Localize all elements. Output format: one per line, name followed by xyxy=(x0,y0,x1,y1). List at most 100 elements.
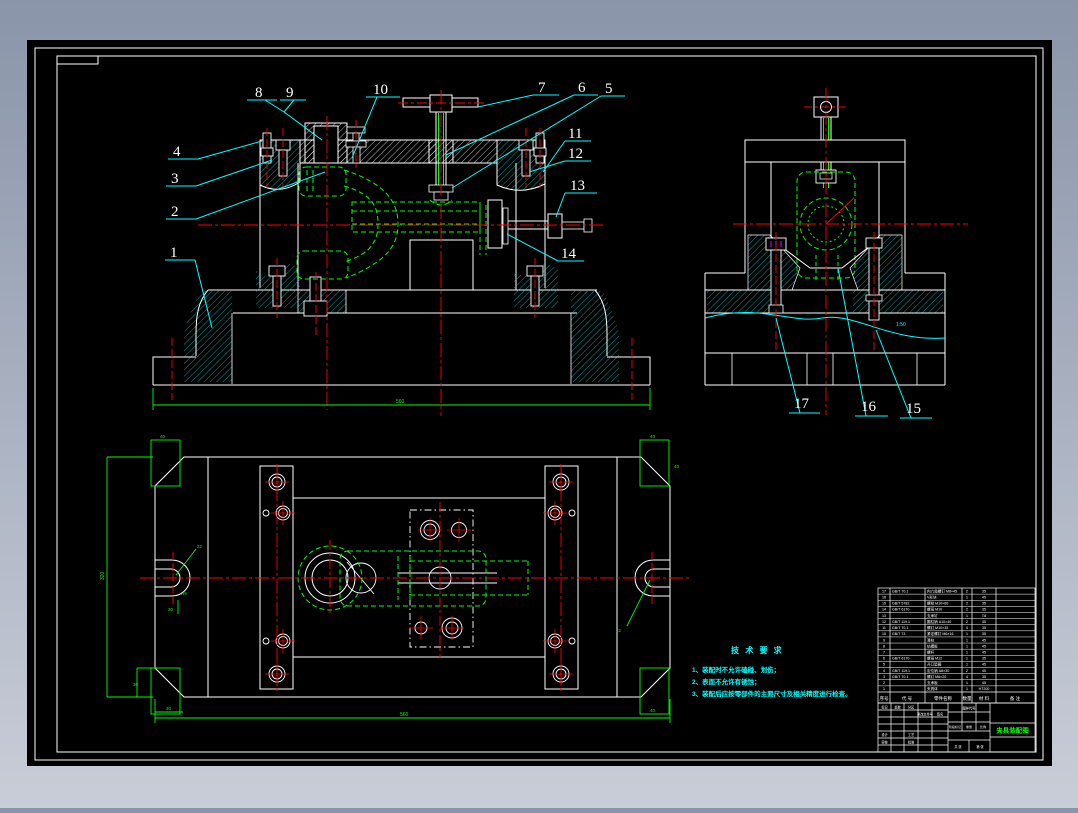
bom-header-code: 代 号 xyxy=(902,695,913,702)
field-page: 第 张 xyxy=(976,744,984,749)
callout-2: 2 xyxy=(171,204,179,220)
bom-row-cell: 8 xyxy=(883,644,885,648)
field-doc-no: 更改文件号 xyxy=(917,712,933,717)
field-code-cell: 图样代号 xyxy=(963,706,976,711)
callout-9: 9 xyxy=(286,85,294,101)
field-sheet: 共 张 xyxy=(954,744,962,749)
bom-row-cell: 35 xyxy=(982,626,986,630)
callout-13: 13 xyxy=(570,178,585,194)
bom-row-cell: 2 xyxy=(883,681,885,685)
bom-row-cell: 螺钉 M10×35 xyxy=(927,625,948,630)
tech-req-title: 技 术 要 求 xyxy=(731,645,784,655)
bom-row-cell: 5 xyxy=(883,663,885,667)
bom-row-cell: 内六角螺钉 M8×45 xyxy=(927,588,957,593)
field-approve: 批准 xyxy=(908,740,915,745)
bom-row-cell: T8 xyxy=(982,614,986,618)
field-design: 设计 xyxy=(881,732,888,737)
bom-row-cell: GB/T 6170 xyxy=(892,608,909,612)
bom-row-cell: 11 xyxy=(882,626,886,630)
bom-header-seq: 序号 xyxy=(880,695,889,702)
bom-row-cell: 1 xyxy=(966,663,968,667)
field-process: 工艺 xyxy=(908,732,914,737)
bom-row-cell: 1 xyxy=(966,687,968,691)
taper-label: 1:50 xyxy=(896,322,906,328)
bom-row-cell: 13 xyxy=(882,614,886,618)
bom-row-cell: 1 xyxy=(966,632,968,636)
bom-row-cell: 45 xyxy=(982,638,986,642)
bom-row-cell: 7 xyxy=(883,650,885,654)
callout-5: 5 xyxy=(605,81,613,97)
bom-row-cell: 支承钉 xyxy=(927,613,938,618)
bom-row-cell: 45 xyxy=(982,663,986,667)
callout-16: 16 xyxy=(861,399,877,415)
bom-row-cell: 1 xyxy=(966,614,968,618)
bom-row-cell: 12 xyxy=(882,620,886,624)
bom-row-cell: 螺母 M10 xyxy=(927,607,942,612)
bom-row-cell: 2 xyxy=(966,669,968,673)
bom-header-qty: 数量 xyxy=(963,695,972,702)
slot-dim: 22 xyxy=(197,544,203,549)
bom-row-cell: 45 xyxy=(982,681,986,685)
bom-row-cell: GB/T 6170 xyxy=(892,657,909,661)
bom-row-cell: 2 xyxy=(966,589,968,593)
tech-req-line-2: 2、表面不允许有锈蚀； xyxy=(692,677,761,686)
bom-row-cell: 1 xyxy=(966,638,968,642)
bom-row-cell: 1 xyxy=(966,650,968,654)
bom-row-cell: 35 xyxy=(982,657,986,661)
bom-row-cell: 夹具体 xyxy=(927,686,938,691)
bom-row-cell: 45 xyxy=(982,650,986,654)
foot-dim-3: 30 xyxy=(166,706,172,711)
foot-dim-2: 30 xyxy=(133,682,139,687)
field-count: 处数 xyxy=(894,705,901,710)
plan-height-dim: 320 xyxy=(100,571,106,580)
corner-dim-3: 40 xyxy=(674,464,680,469)
callout-4: 4 xyxy=(173,144,181,160)
bom-row-cell: 35 xyxy=(982,589,986,593)
plan-width-dim: 560 xyxy=(400,712,409,718)
callout-11: 11 xyxy=(568,126,582,142)
bom-row-cell: 15 xyxy=(882,602,886,606)
field-scale: 比例 xyxy=(980,724,986,729)
cad-viewport[interactable]: 560 1:50 560 320 22 R9 30 40 40 40 30 30… xyxy=(0,0,1078,808)
bom-row-cell: 10 xyxy=(882,632,886,636)
drawing-title: 夹具装配图 xyxy=(996,726,1029,735)
slot-dim-2: 22 xyxy=(616,628,622,633)
bom-row-cell: HT200 xyxy=(979,687,990,691)
bom-row-cell: 圆柱销 A10×40 xyxy=(927,619,951,624)
foot-dim-1: 30 xyxy=(168,607,174,612)
bom-row-cell: 3 xyxy=(883,675,885,679)
bom-row-cell: 45 xyxy=(982,595,986,599)
bom-row-cell: GB/T 5782 xyxy=(892,602,909,606)
bom-row-cell: 45 xyxy=(982,620,986,624)
bom-row-cell: 1 xyxy=(966,595,968,599)
bom-row-cell: 螺栓 M10×60 xyxy=(927,601,948,606)
callout-3: 3 xyxy=(171,171,179,187)
field-mark: 标记 xyxy=(881,705,888,710)
corner-dim-4: 40 xyxy=(650,708,656,713)
field-weight: 重量 xyxy=(966,724,972,729)
bom-row-cell: 紧定螺钉 M6×16 xyxy=(927,631,953,636)
callout-17: 17 xyxy=(794,396,810,412)
callout-14: 14 xyxy=(561,246,577,262)
callout-6: 6 xyxy=(578,80,586,96)
corner-dim-1: 40 xyxy=(160,434,166,439)
bom-row-cell: 6 xyxy=(883,657,885,661)
field-check: 审核 xyxy=(881,740,888,745)
bom-row-cell: GB/T 70.1 xyxy=(892,675,908,679)
bom-row-cell: 45 xyxy=(982,644,986,648)
bom-row-cell: 钻模板 xyxy=(927,643,938,648)
bom-row-cell: 14 xyxy=(882,608,886,612)
bom-row-cell: 4 xyxy=(966,626,968,630)
bom-header-material: 材 料 xyxy=(979,695,990,702)
bom-row-cell: GB/T 70.1 xyxy=(892,626,908,630)
callout-7: 7 xyxy=(538,80,546,96)
callout-10: 10 xyxy=(373,82,388,98)
bom-row-cell: 4 xyxy=(883,669,885,673)
bom-header-name: 零件名称 xyxy=(934,695,952,702)
field-stage: 阶段标记 xyxy=(949,724,961,729)
bom-row-cell: 35 xyxy=(982,608,986,612)
bom-row-cell: 定位销 A8×30 xyxy=(927,668,949,673)
bom-row-cell: 螺钉 M8×20 xyxy=(927,674,946,679)
bom-row-cell: 开口垫圈 xyxy=(927,662,942,667)
callout-15: 15 xyxy=(906,401,921,417)
